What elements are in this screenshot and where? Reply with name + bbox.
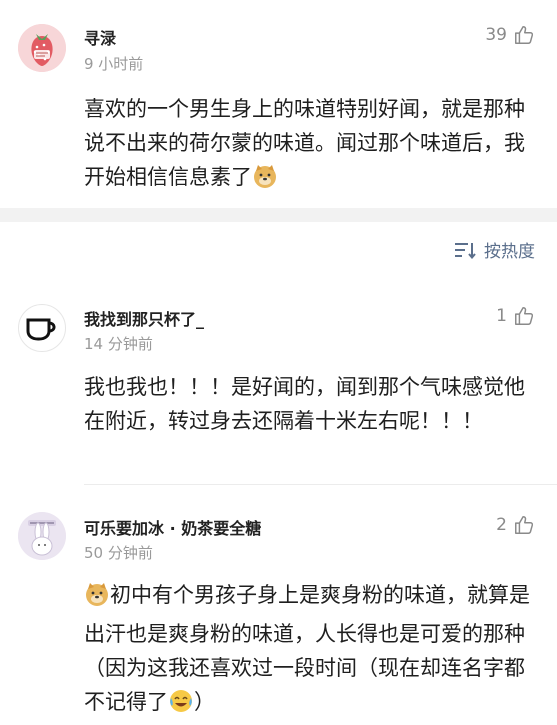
like-count: 1 (496, 306, 507, 326)
comment-text: 初中有个男孩子身上是爽身粉的味道，就算是出汗也是爽身粉的味道，人长得也是可爱的那… (84, 578, 536, 724)
strawberry-avatar-icon (18, 24, 66, 72)
avatar[interactable] (18, 304, 66, 352)
username[interactable]: 我找到那只杯了_ (84, 306, 204, 330)
cup-avatar-icon (26, 318, 56, 341)
like-count: 2 (496, 515, 507, 535)
doge-emoji-icon (84, 581, 110, 617)
doge-emoji-icon (252, 163, 278, 199)
thumbs-up-icon (515, 307, 534, 325)
sort-icon (455, 242, 476, 259)
like-button[interactable]: 39 (485, 24, 535, 46)
thumbs-up-icon (515, 26, 534, 44)
sort-by-hot-button[interactable]: 按热度 (454, 237, 535, 262)
like-button[interactable]: 2 (496, 514, 535, 536)
timestamp: 50 分钟前 (84, 544, 153, 562)
thumbs-up-icon (515, 516, 534, 534)
comment-1: 寻渌 9 小时前 39 喜欢的一个男生身上的味道特别好闻，就是那种说不出来的荷尔… (0, 0, 557, 208)
avatar[interactable] (18, 24, 66, 72)
timestamp: 9 小时前 (84, 55, 144, 73)
laugh-cry-emoji-icon (168, 688, 194, 724)
username[interactable]: 可乐要加冰 · 奶茶要全糖 (84, 515, 261, 539)
comment-text: 喜欢的一个男生身上的味道特别好闻，就是那种说不出来的荷尔蒙的味道。闻过那个味道后… (84, 92, 536, 199)
timestamp: 14 分钟前 (84, 335, 153, 353)
bunny-avatar-icon (18, 512, 66, 560)
section-divider (0, 208, 557, 222)
like-count: 39 (485, 25, 507, 45)
like-button[interactable]: 1 (496, 305, 535, 327)
avatar[interactable] (18, 512, 66, 560)
username[interactable]: 寻渌 (84, 25, 116, 49)
comment-text: 我也我也！！！是好闻的，闻到那个气味感觉他在附近，转过身去还隔着十米左右呢！！！ (84, 375, 525, 433)
comment-divider (84, 484, 557, 485)
sort-label: 按热度 (484, 242, 535, 262)
